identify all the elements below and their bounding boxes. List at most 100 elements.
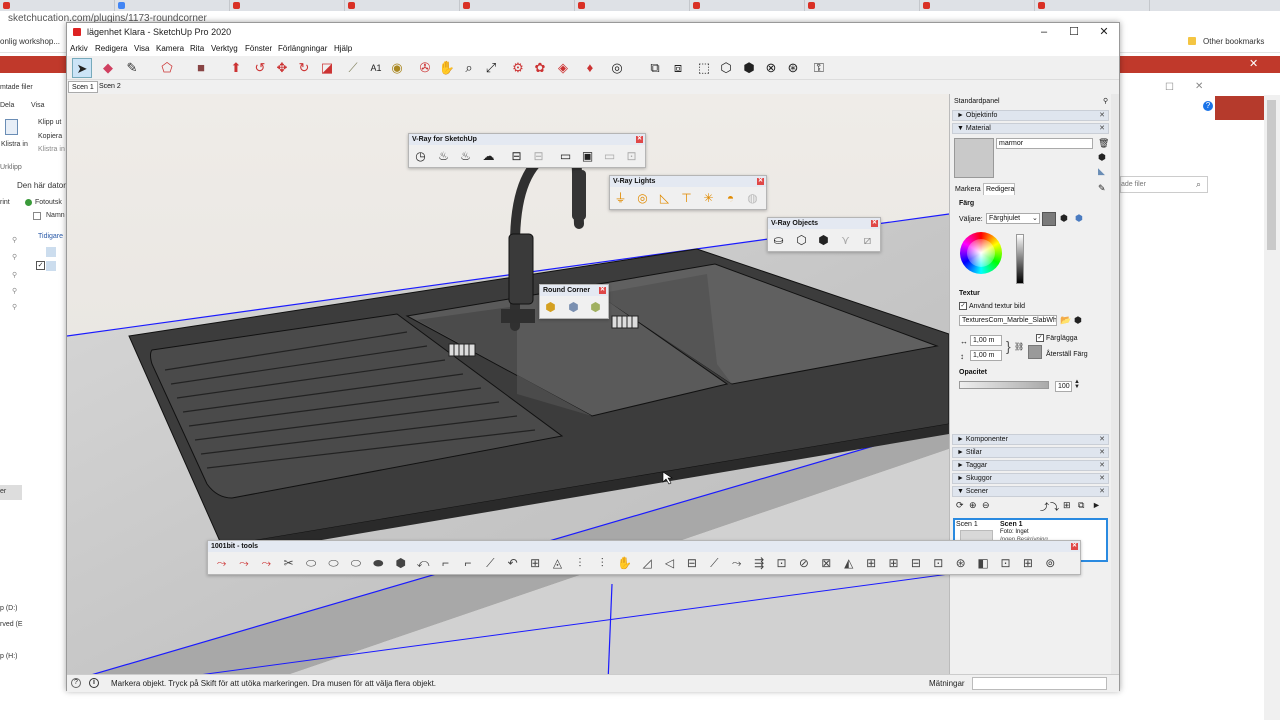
texture-edit-icon[interactable]: ⬢ [1074, 315, 1082, 326]
1001bit-tool-icon[interactable]: ⬬ [370, 555, 387, 571]
move-up-icon[interactable]: ⤴ [1040, 500, 1049, 513]
1001bit-tool-icon[interactable]: ◭ [840, 555, 857, 571]
vray-frame-buffer-icon[interactable]: ⊟ [508, 148, 525, 164]
nav-item[interactable]: rint [0, 199, 10, 206]
paste-button[interactable]: Klistra in [1, 141, 28, 148]
clipper-icon[interactable]: ⧄ [859, 232, 876, 248]
drive-d[interactable]: p (D:) [0, 605, 18, 612]
section-stilar[interactable]: ► Stilar ✕ [952, 447, 1109, 458]
back-edges-icon[interactable]: ⧈ [668, 58, 688, 78]
1001bit-tool-icon[interactable]: ◬ [549, 555, 566, 571]
scale-icon[interactable]: ◪ [317, 58, 337, 78]
vray-teapot-icon[interactable]: ♨ [435, 148, 452, 164]
warehouse-icon[interactable]: ⚙ [508, 58, 528, 78]
1001bit-tool-icon[interactable]: ⊡ [997, 555, 1014, 571]
1001bit-tool-icon[interactable]: ⬭ [325, 555, 342, 571]
1001bit-tool-icon[interactable]: ⤺ [415, 555, 432, 571]
1001bit-tool-icon[interactable]: ⤳ [258, 555, 275, 571]
menu-forlangningar[interactable]: Förlängningar [278, 44, 327, 53]
remove-scene-icon[interactable]: ⊖ [982, 500, 990, 511]
vray-cloud-icon[interactable]: ☁ [480, 148, 497, 164]
maximize-icon[interactable]: ☐ [1165, 82, 1174, 93]
extension-warehouse-icon[interactable]: ✿ [530, 58, 550, 78]
section-komponenter[interactable]: ► Komponenter ✕ [952, 434, 1109, 445]
copy-button[interactable]: Kopiera [38, 133, 62, 140]
select-tool-icon[interactable]: ➤ [72, 58, 92, 78]
1001bit-tool-icon[interactable]: ◿ [639, 555, 656, 571]
opacity-slider[interactable] [959, 381, 1049, 389]
add-scene-icon[interactable]: ⊕ [969, 500, 977, 511]
close-icon[interactable]: ✕ [1195, 81, 1203, 92]
spot-light-icon[interactable]: ◺ [656, 190, 673, 206]
vray-lock-icon[interactable]: ⊡ [623, 148, 640, 164]
ruby-icon[interactable]: ♦ [580, 58, 600, 78]
1001bit-tool-icon[interactable]: ✋ [616, 555, 633, 571]
1001bit-tool-icon[interactable]: ⬢ [392, 555, 409, 571]
sample-icon[interactable]: ◣ [1098, 166, 1105, 177]
1001bit-tool-icon[interactable]: ⊠ [818, 555, 835, 571]
opacity-stepper[interactable]: ▲ ▼ [1074, 379, 1080, 390]
this-pc-crumb[interactable]: Den här dator [17, 181, 66, 190]
ribbon-tab-visa[interactable]: Visa [31, 102, 45, 109]
close-icon[interactable]: ✕ [636, 136, 643, 143]
move-down-icon[interactable]: ⤵ [1050, 500, 1059, 513]
pin-icon[interactable]: ⚲ [1103, 97, 1108, 105]
1001bit-tool-icon[interactable]: ⊞ [527, 555, 544, 571]
rect-light-icon[interactable]: ⏚ [612, 190, 629, 206]
reset-color-swatch[interactable] [1028, 345, 1042, 359]
1001bit-tool-icon[interactable]: ◧ [975, 555, 992, 571]
drive-e[interactable]: rved (E [0, 621, 23, 628]
colorize-checkbox[interactable]: ✓ [1036, 334, 1044, 342]
tray-scrollbar[interactable] [1111, 94, 1119, 674]
proxy-export-icon[interactable]: ⬢ [815, 232, 832, 248]
text-icon[interactable]: A1 [366, 58, 386, 78]
1001bit-tool-icon[interactable]: ⫶ [571, 555, 588, 571]
section-skuggor[interactable]: ► Skuggor ✕ [952, 473, 1109, 484]
1001bit-tool-icon[interactable]: ⌐ [437, 555, 454, 571]
texture-width-input[interactable]: 1,00 m [970, 335, 1002, 346]
reset-color-label[interactable]: Återställ Färg [1046, 351, 1088, 358]
match-screen-icon[interactable]: ⬢ [1075, 213, 1083, 224]
1001bit-tool-icon[interactable]: ⊡ [773, 555, 790, 571]
close-icon[interactable]: ✕ [599, 287, 606, 294]
collapse-icon[interactable]: ► [1092, 500, 1101, 510]
1001bit-tool-icon[interactable]: ⊞ [885, 555, 902, 571]
1001bit-tool-icon[interactable]: ⊛ [952, 555, 969, 571]
monochrome-icon[interactable]: ⊛ [783, 58, 803, 78]
1001bit-tool-icon[interactable]: ⤳ [235, 555, 252, 571]
chain-link-icon[interactable]: ⛓ [1014, 342, 1024, 351]
cut-button[interactable]: Klipp ut [38, 119, 61, 126]
minimize-button[interactable]: – [1029, 25, 1059, 40]
1001bit-tool-icon[interactable]: ⊡ [930, 555, 947, 571]
brightness-slider[interactable] [1016, 234, 1024, 284]
vray-batch-icon[interactable]: ⊟ [530, 148, 547, 164]
push-pull-icon[interactable]: ⬆ [226, 58, 246, 78]
material-swatch[interactable] [954, 138, 994, 178]
1001bit-tool-icon[interactable]: ⊞ [863, 555, 880, 571]
1001bit-tool-icon[interactable]: ↶ [504, 555, 521, 571]
1001bit-tool-icon[interactable]: ⤳ [728, 555, 745, 571]
round-corner-icon[interactable]: ⬢ [542, 299, 559, 315]
scene-tab-1[interactable]: Scen 1 [68, 81, 98, 93]
close-icon[interactable]: ✕ [1071, 543, 1078, 550]
section-objektinfo[interactable]: ► Objektinfo ✕ [952, 110, 1109, 121]
texture-file-input[interactable]: TexturesCom_Marble_SlabWh [959, 315, 1057, 326]
paint-bucket-icon[interactable]: ■ [191, 58, 211, 78]
section-material[interactable]: ▼ Material ✕ [952, 123, 1109, 134]
1001bit-tool-icon[interactable]: ⬭ [303, 555, 320, 571]
close-icon[interactable]: ✕ [757, 178, 764, 185]
nav-item[interactable]: er [0, 488, 6, 495]
menu-kamera[interactable]: Kamera [156, 44, 184, 53]
1001bit-tool-icon[interactable]: ⊘ [795, 555, 812, 571]
proxy-import-icon[interactable]: ⬡ [793, 232, 810, 248]
account-icon[interactable]: ◎ [607, 58, 627, 78]
scene-tab-2[interactable]: Scen 2 [96, 81, 124, 93]
other-bookmarks[interactable]: Other bookmarks [1203, 37, 1264, 46]
checkbox-checked[interactable]: ✓ [36, 261, 45, 270]
tab-markera[interactable]: Markera [955, 186, 981, 193]
vray-asset-editor-icon[interactable]: ▭ [557, 148, 574, 164]
tab-redigera[interactable]: Redigera [986, 186, 1014, 193]
vray-export-icon[interactable]: ▭ [601, 148, 618, 164]
view-options-icon[interactable]: ⊞ [1063, 500, 1071, 511]
delete-icon[interactable]: 🗑 [1098, 138, 1109, 149]
